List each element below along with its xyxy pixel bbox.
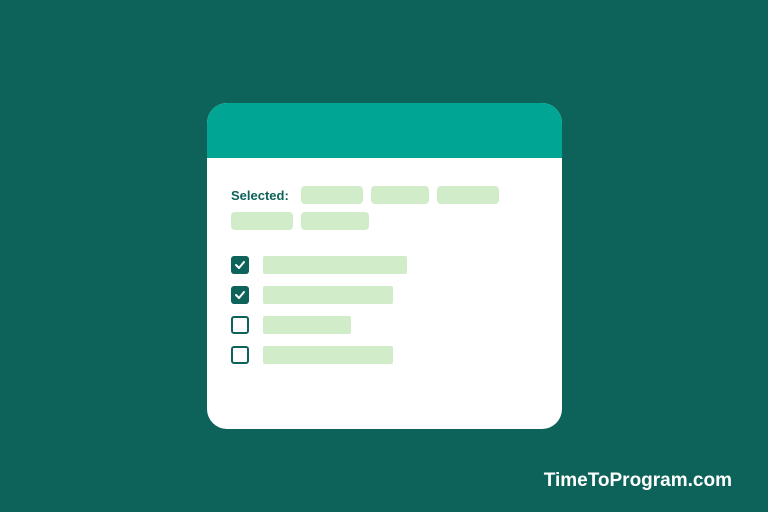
item-label	[263, 346, 393, 364]
item-label	[263, 286, 393, 304]
check-icon	[234, 289, 246, 301]
checkbox-checked[interactable]	[231, 256, 249, 274]
selected-chip[interactable]	[301, 212, 369, 230]
card-body: Selected:	[207, 158, 562, 384]
list-item	[231, 256, 538, 274]
selected-chip[interactable]	[231, 212, 293, 230]
checkbox-unchecked[interactable]	[231, 316, 249, 334]
item-label	[263, 256, 407, 274]
list-item	[231, 286, 538, 304]
list-item	[231, 346, 538, 364]
checkbox-checked[interactable]	[231, 286, 249, 304]
check-icon	[234, 259, 246, 271]
brand-text: TimeToProgram.com	[544, 470, 732, 492]
list-item	[231, 316, 538, 334]
selected-chip[interactable]	[301, 186, 363, 204]
selected-chip[interactable]	[437, 186, 499, 204]
item-label	[263, 316, 351, 334]
selected-label: Selected:	[231, 188, 289, 203]
card-header	[207, 103, 562, 158]
selection-card: Selected:	[207, 103, 562, 429]
checkbox-unchecked[interactable]	[231, 346, 249, 364]
selected-chips-row: Selected:	[231, 186, 538, 230]
checkbox-list	[231, 256, 538, 364]
selected-chip[interactable]	[371, 186, 429, 204]
